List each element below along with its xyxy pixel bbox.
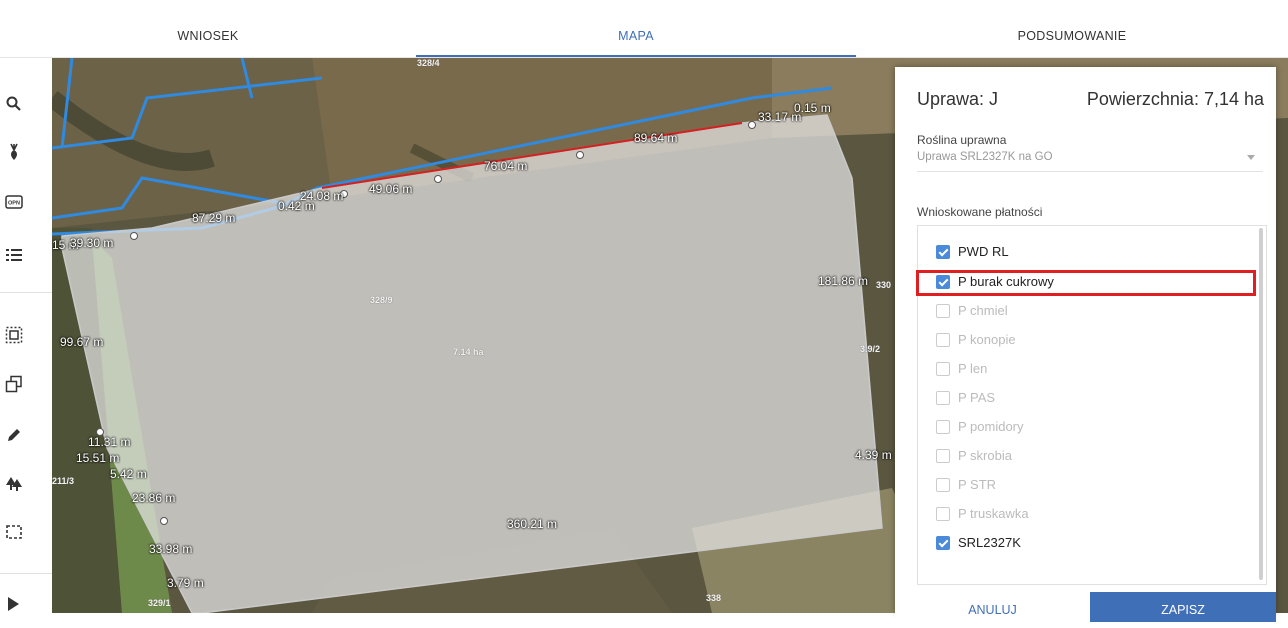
crop-select[interactable]: Uprawa SRL2327K na GO (917, 151, 1263, 172)
payment-checkbox[interactable] (936, 449, 950, 463)
parcel-label: 330 (876, 280, 892, 290)
payment-label: P STR (958, 477, 997, 492)
edge-measurement: 4.39 m (855, 448, 892, 462)
chevron-down-icon (1247, 155, 1255, 160)
tab-mapa[interactable]: MAPA (416, 0, 856, 57)
crop-title: Uprawa: J (917, 89, 999, 109)
edge-measurement: 23.86 m (132, 491, 176, 505)
payment-checkbox[interactable] (936, 536, 950, 550)
map-toolbar: OPN (0, 58, 52, 613)
crop-select-value: Uprawa SRL2327K na GO (917, 151, 1053, 163)
payment-item-p-konopie[interactable]: P konopie (936, 328, 1256, 354)
payment-item-p-len[interactable]: P len (936, 357, 1256, 383)
play-icon[interactable] (5, 595, 23, 613)
edge-measurement: 39.30 m (70, 236, 114, 250)
tab-podsumowanie[interactable]: PODSUMOWANIE (856, 0, 1288, 57)
list-icon[interactable] (5, 246, 23, 264)
edge-measurement: 49.06 m (369, 182, 413, 196)
payment-label: P truskawka (958, 506, 1029, 521)
edge-measurement: 181.86 m (818, 274, 869, 288)
payment-label: P chmiel (958, 303, 1008, 318)
payment-label: P konopie (958, 332, 1016, 347)
payment-item-p-truskawka[interactable]: P truskawka (936, 502, 1256, 528)
area-title: Powierzchnia: 7,14 ha (1086, 89, 1264, 109)
edge-measurement: 33.98 m (149, 542, 193, 556)
crop-details-panel: Uprawa: J Powierzchnia: 7,14 ha Roślina … (895, 67, 1276, 622)
payment-label: P PAS (958, 390, 996, 405)
edge-measurement: 5.42 m (110, 467, 147, 481)
parcel-label: 328/9 (370, 295, 393, 305)
edge-measurement: 99.67 m (60, 335, 104, 349)
payment-label: P pomidory (958, 419, 1024, 434)
parcel-label: 338 (706, 593, 722, 603)
edge-measurement: 89.64 m (634, 131, 678, 145)
select-area-icon[interactable] (5, 326, 23, 344)
payment-label: PWD RL (958, 244, 1009, 259)
save-button[interactable]: ZAPISZ (1090, 592, 1276, 622)
copy-icon[interactable] (5, 375, 23, 393)
parcel-label: 328/4 (417, 58, 440, 68)
payment-item-pwd-rl[interactable]: PWD RL (936, 240, 1256, 266)
cancel-button[interactable]: ANULUJ (895, 592, 1090, 622)
parcel-area-label: 7.14 ha (453, 347, 484, 357)
toolbar-separator (0, 292, 52, 293)
beet-icon[interactable] (5, 143, 23, 161)
edge-measurement: 33.17 m (758, 110, 802, 124)
tab-wniosek[interactable]: WNIOSEK (0, 0, 416, 57)
payment-item-p-chmiel[interactable]: P chmiel (936, 299, 1256, 325)
edge-measurement: 360.21 m (507, 517, 558, 531)
edge-measurement: 11.31 m (88, 435, 131, 449)
crop-field-label: Roślina uprawna (917, 133, 1007, 147)
parcel-label: 329/1 (148, 598, 171, 608)
search-icon[interactable] (5, 95, 23, 113)
payment-item-p-str[interactable]: P STR (936, 473, 1256, 499)
payment-item-srl2327k[interactable]: SRL2327K (936, 531, 1256, 557)
payment-checkbox[interactable] (936, 478, 950, 492)
payment-checkbox[interactable] (936, 420, 950, 434)
edge-measurement: 0.42 m (278, 199, 315, 213)
opn-icon[interactable]: OPN (5, 193, 23, 211)
payment-checkbox[interactable] (936, 333, 950, 347)
toolbar-separator (0, 573, 52, 574)
payment-item-p-pomidory[interactable]: P pomidory (936, 415, 1256, 441)
parcel-label: 3.9/2 (860, 344, 881, 354)
payment-checkbox[interactable] (936, 362, 950, 376)
opn-icon-text: OPN (8, 201, 20, 207)
pencil-icon[interactable] (5, 426, 23, 444)
payment-checkbox[interactable] (936, 304, 950, 318)
payment-checkbox[interactable] (936, 391, 950, 405)
edge-measurement: 87.29 m (192, 211, 236, 225)
payment-label: SRL2327K (958, 535, 1021, 550)
edge-measurement: 76.04 m (484, 159, 528, 173)
highlight-box (916, 270, 1256, 296)
payment-item-p-skrobia[interactable]: P skrobia (936, 444, 1256, 470)
edge-measurement: 3.79 m (167, 576, 204, 590)
payment-label: P skrobia (958, 448, 1012, 463)
crop-select-icon[interactable] (5, 523, 23, 541)
payment-checkbox[interactable] (936, 245, 950, 259)
tab-bar: WNIOSEK MAPA PODSUMOWANIE (0, 0, 1288, 58)
payments-label: Wnioskowane płatności (917, 205, 1043, 219)
parcel-label: 211/3 (52, 476, 75, 486)
edge-measurement: 15.51 m (76, 451, 120, 465)
payments-scrollbar[interactable] (1259, 228, 1263, 580)
payment-item-p-pas[interactable]: P PAS (936, 386, 1256, 412)
trees-icon[interactable] (5, 475, 23, 493)
payment-label: P len (958, 361, 988, 376)
payment-checkbox[interactable] (936, 507, 950, 521)
